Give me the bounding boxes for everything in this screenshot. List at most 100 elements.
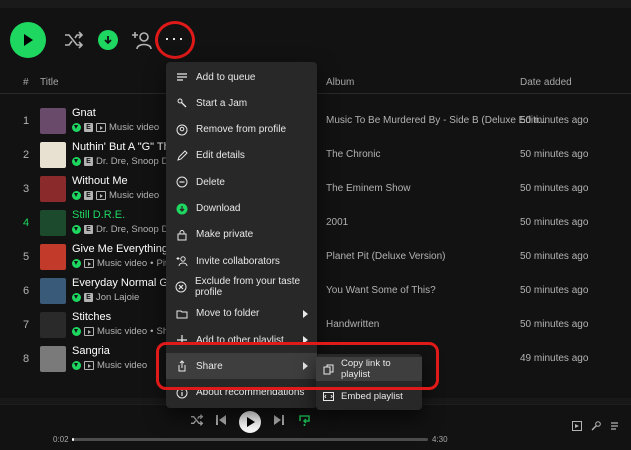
column-date-added[interactable]: Date added xyxy=(520,77,572,88)
progress-fill xyxy=(72,438,75,441)
track-number: 7 xyxy=(22,319,30,331)
track-type: Music video xyxy=(109,122,160,133)
track-album[interactable]: You Want Some of This? xyxy=(326,285,436,296)
menu-item-start-a-jam[interactable]: Start a Jam xyxy=(166,90,317,116)
menu-item-label: Delete xyxy=(196,176,225,188)
track-number: 2 xyxy=(22,149,30,161)
queue-button[interactable] xyxy=(611,421,621,431)
download-button[interactable] xyxy=(96,28,120,52)
embed-icon xyxy=(323,391,334,402)
separator: • xyxy=(150,326,154,337)
track-title[interactable]: Give Me Everything ( xyxy=(72,243,175,255)
track-title[interactable]: Gnat xyxy=(72,107,96,119)
add-user-icon xyxy=(132,32,152,50)
track-title[interactable]: Without Me xyxy=(72,175,128,187)
play-icon xyxy=(246,417,255,427)
track-title[interactable]: Everyday Normal Guy xyxy=(72,277,180,289)
track-date-added: 50 minutes ago xyxy=(520,217,589,228)
track-album[interactable]: Handwritten xyxy=(326,319,379,330)
menu-item-remove-from-profile[interactable]: Remove from profile xyxy=(166,117,317,143)
playlist-toolbar: ··· xyxy=(0,18,631,62)
minus-circle-icon xyxy=(175,176,188,189)
track-meta: E Dr. Dre, Snoop Doo xyxy=(72,156,179,167)
play-button[interactable] xyxy=(10,22,46,58)
separator: • xyxy=(150,258,154,269)
track-type: Music video xyxy=(97,326,148,337)
track-title[interactable]: Nuthin' But A "G" Thar xyxy=(72,141,180,153)
column-album[interactable]: Album xyxy=(326,77,354,88)
album-art xyxy=(40,108,66,134)
menu-item-label: Add to queue xyxy=(196,71,256,83)
explicit-badge: E xyxy=(84,157,93,166)
track-date-added: 50 minutes ago xyxy=(520,319,589,330)
music-video-icon xyxy=(84,259,94,268)
player-play-button[interactable] xyxy=(239,411,261,433)
track-type: Music video xyxy=(97,360,148,371)
progress-bar[interactable] xyxy=(72,438,428,441)
track-album[interactable]: Planet Pit (Deluxe Version) xyxy=(326,251,446,262)
menu-item-label: Download xyxy=(196,203,241,214)
menu-item-label: Make private xyxy=(196,229,254,241)
track-meta: Music video xyxy=(72,360,147,371)
queue-icon xyxy=(175,71,188,84)
explicit-badge: E xyxy=(84,191,93,200)
track-album[interactable]: The Eminem Show xyxy=(326,183,410,194)
downloaded-icon xyxy=(72,361,81,370)
track-meta: E Music video xyxy=(72,190,159,201)
menu-item-move-to-folder[interactable]: Move to folder xyxy=(166,301,317,327)
shuffle-icon xyxy=(65,31,84,49)
shuffle-control[interactable] xyxy=(190,414,204,426)
track-meta: E Music video xyxy=(72,122,159,133)
explicit-badge: E xyxy=(84,225,93,234)
duration-time: 4:30 xyxy=(432,435,448,444)
track-title[interactable]: Sangria xyxy=(72,345,110,357)
downloaded-icon xyxy=(72,225,81,234)
downloaded-icon xyxy=(72,123,81,132)
menu-item-label: Edit details xyxy=(196,150,245,162)
shuffle-button[interactable] xyxy=(62,28,86,52)
menu-item-delete[interactable]: Delete xyxy=(166,169,317,195)
track-album[interactable]: 2001 xyxy=(326,217,348,228)
now-playing-view-button[interactable] xyxy=(572,421,582,431)
downloaded-icon xyxy=(72,327,81,336)
menu-item-invite-collaborators[interactable]: Invite collaborators xyxy=(166,248,317,274)
track-type: Music video xyxy=(109,190,160,201)
next-button[interactable] xyxy=(274,415,284,425)
track-artist[interactable]: Dr. Dre, Snoop Do xyxy=(96,224,174,235)
microphone-icon xyxy=(591,421,601,431)
track-title[interactable]: Still D.R.E. xyxy=(72,209,125,221)
track-date-added: 49 minutes ago xyxy=(520,353,589,364)
track-meta: E Dr. Dre, Snoop Do xyxy=(72,224,174,235)
track-title[interactable]: Stitches xyxy=(72,311,111,323)
track-artist[interactable]: Jon Lajoie xyxy=(96,292,139,303)
menu-item-label: Move to folder xyxy=(196,308,260,320)
more-options-button[interactable]: ··· xyxy=(164,29,185,47)
menu-item-edit-details[interactable]: Edit details xyxy=(166,143,317,169)
lock-icon xyxy=(175,228,188,241)
menu-item-add-to-queue[interactable]: Add to queue xyxy=(166,64,317,90)
column-title[interactable]: Title xyxy=(40,77,59,88)
explicit-badge: E xyxy=(84,293,93,302)
menu-item-exclude-from-your-taste-profile[interactable]: Exclude from your taste profile xyxy=(166,274,317,300)
menu-item-label: Invite collaborators xyxy=(196,255,280,267)
skip-forward-icon xyxy=(274,415,284,425)
exclude-icon xyxy=(175,281,187,294)
menu-item-download[interactable]: Download xyxy=(166,196,317,222)
lyrics-button[interactable] xyxy=(591,421,601,431)
downloaded-icon xyxy=(72,157,81,166)
music-video-icon xyxy=(96,191,106,200)
chevron-right-icon xyxy=(303,309,308,318)
repeat-button[interactable] xyxy=(298,413,311,426)
menu-item-make-private[interactable]: Make private xyxy=(166,222,317,248)
add-collaborator-button[interactable] xyxy=(130,28,154,52)
track-album[interactable]: Music To Be Murdered By - Side B (Deluxe… xyxy=(326,115,546,126)
previous-button[interactable] xyxy=(216,415,226,425)
track-number: 4 xyxy=(22,217,30,229)
shuffle-icon xyxy=(191,414,204,426)
album-art xyxy=(40,312,66,338)
menu-item-label: Exclude from your taste profile xyxy=(195,276,301,299)
track-number: 3 xyxy=(22,183,30,195)
download-icon xyxy=(175,202,188,215)
album-art xyxy=(40,176,66,202)
track-album[interactable]: The Chronic xyxy=(326,149,380,160)
